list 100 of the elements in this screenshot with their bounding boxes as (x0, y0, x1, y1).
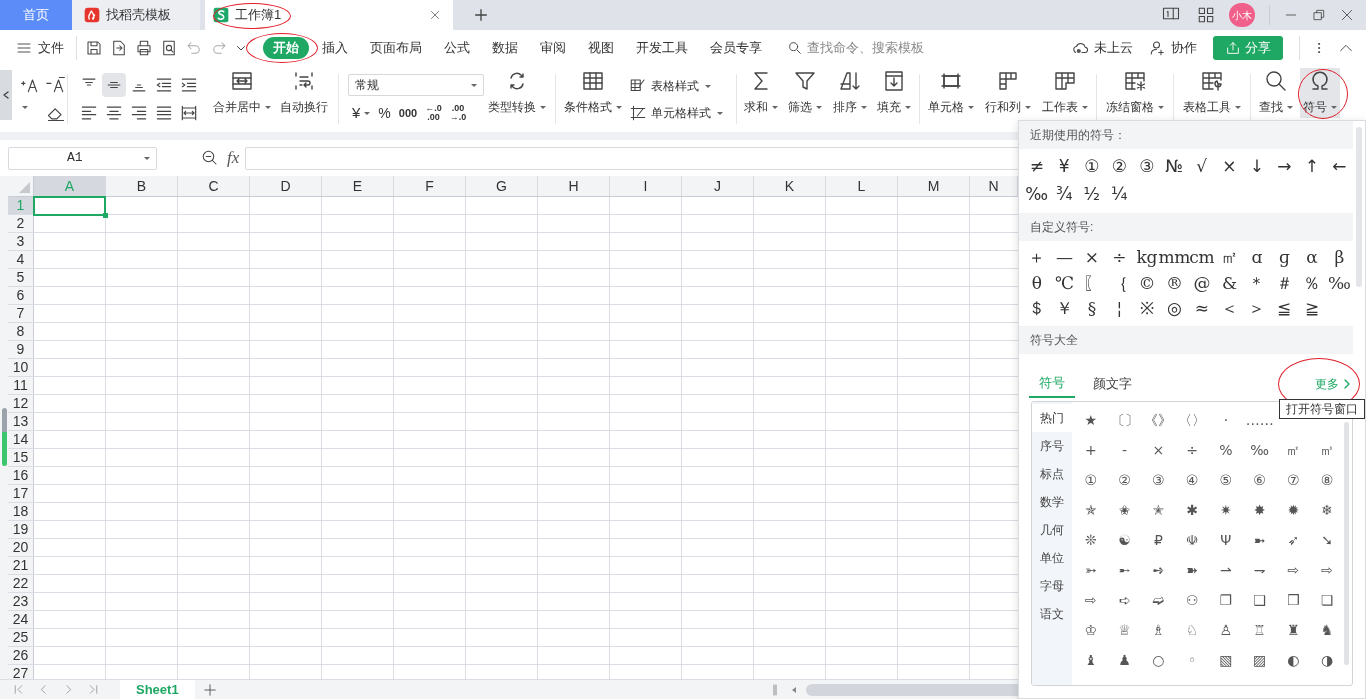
column-header[interactable]: I (610, 176, 682, 196)
ribbon-button[interactable]: 表格工具 (1179, 68, 1245, 118)
symbol-item[interactable]: ① (1078, 153, 1106, 181)
row-header[interactable]: 14 (8, 431, 34, 448)
print-preview-icon[interactable] (160, 39, 178, 57)
ribbon-button[interactable]: 类型转换 (484, 68, 550, 118)
symbol-item[interactable]: ➶ (1276, 525, 1311, 556)
category-item[interactable]: 单位 (1032, 543, 1072, 572)
symbol-item[interactable]: · (1209, 405, 1243, 436)
decrease-decimal-button[interactable]: .00 →.0 (449, 104, 467, 122)
symbol-item[interactable]: ② (1105, 153, 1133, 181)
restore-icon[interactable] (1312, 8, 1326, 22)
symbol-item[interactable]: ♗ (1141, 615, 1176, 646)
symbol-item[interactable]: ♙ (1209, 615, 1243, 646)
symbol-item[interactable]: ‰ (1325, 270, 1353, 296)
ribbon-tab[interactable]: 视图 (579, 38, 623, 58)
symbol-item[interactable]: ♕ (1107, 615, 1142, 646)
symbol-item[interactable]: × (1215, 153, 1243, 181)
row-header[interactable]: 5 (8, 269, 34, 286)
ribbon-button[interactable]: 排序 (830, 68, 870, 118)
symbol-item[interactable]: ＄ (1023, 296, 1051, 322)
ribbon-button[interactable]: 条件格式 (561, 68, 625, 118)
ribbon-tab[interactable]: 插入 (313, 38, 357, 58)
symbol-item[interactable]: ✭ (1141, 495, 1176, 526)
column-header[interactable]: B (106, 176, 178, 196)
category-item[interactable]: 语文 (1032, 599, 1072, 628)
symbol-item[interactable]: ≈ (1188, 296, 1216, 322)
symbol-item[interactable]: ② (1107, 465, 1142, 496)
export-icon[interactable] (110, 39, 128, 57)
symbol-item[interactable]: ➸ (1107, 555, 1142, 586)
symbol-item[interactable]: ⑤ (1209, 465, 1243, 496)
symbol-item[interactable]: ✯ (1074, 495, 1108, 526)
symbol-item[interactable]: β (1325, 245, 1353, 271)
symbol-item[interactable]: ○ (1141, 645, 1176, 676)
percent-button[interactable]: % (378, 102, 391, 124)
symbol-item[interactable]: ➽ (1175, 555, 1209, 586)
ribbon-tab[interactable]: 数据 (483, 38, 527, 58)
ribbon-tab[interactable]: 页面布局 (361, 38, 431, 58)
symbol-item[interactable]: ➼ (1242, 525, 1277, 556)
symbol-item[interactable]: ☫ (1175, 525, 1209, 556)
collapse-handle[interactable] (0, 70, 12, 120)
apps-grid-icon[interactable] (1197, 6, 1215, 24)
symbol-item[interactable]: ɑ (1243, 245, 1271, 271)
column-header[interactable]: J (682, 176, 754, 196)
symbol-item[interactable]: ❒ (1276, 585, 1311, 616)
symbol-item[interactable]: © (1133, 270, 1161, 296)
symbol-item[interactable]: ％ (1298, 270, 1326, 296)
symbol-item[interactable]: ≦ (1270, 296, 1298, 322)
symbol-item[interactable]: ✹ (1276, 495, 1311, 526)
symbol-item[interactable]: ≧ (1298, 296, 1326, 322)
symbol-item[interactable]: ♔ (1074, 615, 1108, 646)
ribbon-tab[interactable]: 会员专享 (701, 38, 771, 58)
symbol-item[interactable]: → (1270, 153, 1298, 181)
row-header[interactable]: 10 (8, 359, 34, 376)
symbol-item[interactable]: ⑦ (1276, 465, 1311, 496)
panel-scrollbar[interactable] (1344, 421, 1349, 665)
print-icon[interactable] (135, 39, 153, 57)
symbol-item[interactable]: ⇨ (1310, 555, 1344, 586)
ribbon-button[interactable]: 填充 (874, 68, 914, 118)
column-header[interactable]: D (250, 176, 322, 196)
symbol-item[interactable]: ◦ (1175, 645, 1209, 676)
ribbon-button[interactable]: 符号 (1300, 68, 1340, 118)
symbol-item[interactable]: ❏ (1310, 585, 1344, 616)
symbol-item[interactable]: § (1078, 296, 1106, 322)
category-item[interactable]: 数学 (1032, 487, 1072, 516)
cloud-button[interactable]: 未上云 (1072, 38, 1133, 58)
row-header[interactable]: 18 (8, 503, 34, 520)
symbol-item[interactable]: ＃ (1270, 270, 1298, 296)
symbol-item[interactable]: ⑥ (1242, 465, 1277, 496)
symbol-item[interactable]: ɡ (1270, 245, 1298, 271)
symbol-item[interactable]: ↑ (1298, 153, 1326, 181)
symbol-item[interactable]: ÷ (1105, 245, 1133, 271)
row-header[interactable]: 13 (8, 413, 34, 430)
distributed-icon[interactable] (179, 103, 199, 123)
symbol-item[interactable]: - (1107, 435, 1142, 466)
symbol-item[interactable]: ® (1160, 270, 1188, 296)
symbol-item[interactable]: × (1141, 435, 1176, 466)
panel-scrollbar[interactable] (1356, 127, 1362, 287)
symbol-item[interactable]: ≠ (1023, 153, 1051, 181)
ribbon-button[interactable]: 冻结窗格 (1102, 68, 1168, 118)
search-field[interactable]: 查找命令、搜索模板 (787, 38, 924, 58)
scroll-thumb[interactable] (2, 408, 7, 432)
ribbon-button[interactable]: 工作表 (1039, 68, 1091, 118)
row-header[interactable]: 24 (8, 611, 34, 628)
symbol-item[interactable]: ◎ (1160, 296, 1188, 322)
symbol-item[interactable]: ➳ (1074, 555, 1108, 586)
symbol-item[interactable]: ← (1325, 153, 1353, 181)
symbol-item[interactable]: ③ (1133, 153, 1161, 181)
column-header[interactable]: K (754, 176, 826, 196)
ribbon-tab[interactable]: 开发工具 (627, 38, 697, 58)
symbol-item[interactable]: ⚇ (1175, 585, 1209, 616)
symbol-item[interactable]: ＜ (1215, 296, 1243, 322)
symbol-item[interactable]: ✱ (1175, 495, 1209, 526)
symbol-item[interactable]: ¼ (1105, 181, 1133, 209)
column-header[interactable]: L (826, 176, 898, 196)
symbol-item[interactable]: ❊ (1074, 525, 1108, 556)
row-header[interactable]: 21 (8, 557, 34, 574)
symbol-item[interactable]: ¦ (1105, 296, 1133, 322)
symbol-item[interactable]: ㎡ (1276, 435, 1311, 466)
symbol-item[interactable]: ¾ (1050, 181, 1078, 209)
